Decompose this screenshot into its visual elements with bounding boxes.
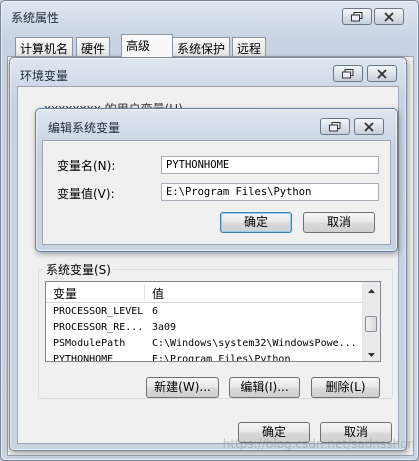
table-row[interactable]: PSModulePath C:\Windows\system32\Windows… <box>46 336 363 352</box>
close-icon <box>364 121 374 132</box>
variable-name: PYTHONHOME <box>53 354 114 362</box>
scroll-down-button[interactable] <box>363 346 380 361</box>
edit-dialog-close-button[interactable] <box>354 118 384 135</box>
edit-dialog-cancel-button[interactable]: 取消 <box>303 212 375 233</box>
close-icon <box>377 68 387 79</box>
environment-variables-restore-button[interactable] <box>333 65 363 82</box>
system-properties-restore-button[interactable] <box>342 8 372 25</box>
edit-variable-button[interactable]: 编辑(I)... <box>229 377 300 398</box>
variable-name: PSModulePath <box>53 338 126 349</box>
system-variables-list[interactable]: 变量 值 PROCESSOR_LEVEL 6 PROCESSOR_RE... 3… <box>45 281 381 362</box>
restore-window-icon <box>342 68 354 78</box>
variable-name-input[interactable]: PYTHONHOME <box>161 156 379 174</box>
tab-system-protection[interactable]: 系统保护 <box>172 37 231 56</box>
scroll-down-arrow-icon <box>368 352 375 357</box>
tab-advanced[interactable]: 高级 <box>121 34 173 57</box>
edit-dialog-restore-button[interactable] <box>320 118 350 135</box>
table-row[interactable]: PYTHONHOME E:\Program Files\Python <box>46 352 363 362</box>
scroll-up-arrow-icon <box>368 288 375 293</box>
system-properties-close-button[interactable] <box>374 8 404 25</box>
column-header-variable[interactable]: 变量 <box>53 285 77 302</box>
variable-value: 3a09 <box>152 322 177 333</box>
delete-variable-button[interactable]: 删除(L) <box>311 377 380 398</box>
variable-value: 6 <box>152 306 159 317</box>
new-variable-button[interactable]: 新建(W)... <box>146 377 219 398</box>
restore-window-icon <box>351 11 363 21</box>
variable-value-input[interactable]: E:\Program Files\Python <box>161 183 379 201</box>
list-header: 变量 值 <box>46 282 363 303</box>
tab-hardware[interactable]: 硬件 <box>76 37 111 56</box>
edit-dialog-title: 编辑系统变量 <box>48 121 121 135</box>
edit-dialog-ok-button[interactable]: 确定 <box>220 212 292 233</box>
environment-variables-title: 环境变量 <box>20 69 69 83</box>
variable-name-label: 变量名(N): <box>57 159 116 173</box>
edit-system-variable-dialog: 编辑系统变量 变量名(N): PYTHONHOME 变量值(V): E:\Pro… <box>35 108 398 252</box>
system-variables-label: 系统变量(S) <box>44 261 113 278</box>
vertical-scrollbar[interactable] <box>362 282 380 361</box>
column-header-value[interactable]: 值 <box>152 285 164 302</box>
variable-value: C:\Windows\system32\WindowsPowe... <box>152 338 357 349</box>
scroll-up-button[interactable] <box>363 282 380 299</box>
edit-dialog-content: 变量名(N): PYTHONHOME 变量值(V): E:\Program Fi… <box>42 140 391 245</box>
watermark: https://blog.csdn.net/sadnsshon <box>222 437 415 451</box>
variable-value-label: 变量值(V): <box>57 187 115 201</box>
close-icon <box>384 11 394 22</box>
environment-variables-close-button[interactable] <box>367 65 397 82</box>
restore-window-icon <box>329 121 341 131</box>
table-row[interactable]: PROCESSOR_LEVEL 6 <box>46 304 363 320</box>
tab-computer-name[interactable]: 计算机名 <box>15 37 74 56</box>
variable-name: PROCESSOR_LEVEL <box>53 306 144 317</box>
variable-value: E:\Program Files\Python <box>152 354 291 362</box>
tab-remote[interactable]: 远程 <box>232 37 267 56</box>
scrollbar-thumb[interactable] <box>365 316 377 332</box>
system-properties-title: 系统属性 <box>11 11 60 25</box>
table-row[interactable]: PROCESSOR_RE... 3a09 <box>46 320 363 336</box>
variable-name: PROCESSOR_RE... <box>53 322 144 333</box>
